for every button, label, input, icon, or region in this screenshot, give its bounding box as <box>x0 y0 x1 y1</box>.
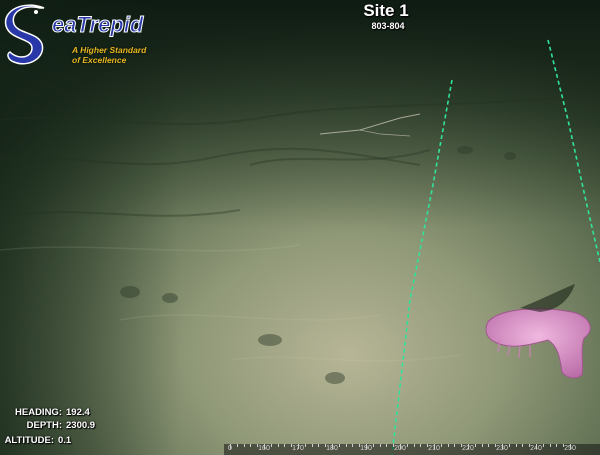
ruler-tick <box>549 444 551 447</box>
ruler-tick <box>474 444 476 447</box>
heading-value: 192.4 <box>66 407 90 418</box>
ruler-tick <box>311 444 313 447</box>
ruler-tick-label: 250 <box>564 445 576 452</box>
ruler-tick-label: 230 <box>496 445 508 452</box>
heading-readout: HEADING: 192.4 <box>0 407 90 418</box>
ruler-tick <box>488 444 490 447</box>
ruler-tick <box>345 444 347 447</box>
ruler-tick <box>447 444 449 447</box>
heading-label: HEADING: <box>15 407 62 418</box>
ruler-tick <box>250 444 252 447</box>
ruler-tick <box>522 444 524 447</box>
ruler-tick-label: 210 <box>428 445 440 452</box>
ruler-tick <box>379 444 381 447</box>
ruler-tick <box>454 444 456 447</box>
ruler-tick <box>542 444 544 447</box>
compass-ruler: 0 160 170 180 190 200 210 220 230 240 250 <box>224 444 600 455</box>
ruler-tick <box>406 444 408 447</box>
ruler-tick-label: 220 <box>462 445 474 452</box>
ruler-tick <box>515 444 517 447</box>
ruler-tick-label: 190 <box>360 445 372 452</box>
ruler-tick <box>352 444 354 447</box>
depth-value: 2300.9 <box>66 420 96 431</box>
ruler-tick <box>420 444 422 447</box>
ruler-tick <box>304 444 306 447</box>
altitude-label: ALTITUDE: <box>4 435 54 446</box>
site-subtitle: 803-804 <box>371 21 405 31</box>
depth-label: DEPTH: <box>26 420 62 431</box>
ruler-tick <box>270 444 272 447</box>
ruler-tick-label: 180 <box>326 445 338 452</box>
altitude-value: 0.1 <box>58 435 72 446</box>
ruler-tick <box>440 444 442 447</box>
ruler-tick <box>243 444 245 447</box>
site-title: Site 1 <box>363 1 409 20</box>
tagline-line-1: A Higher Standard <box>72 45 147 55</box>
tagline-line-2: of Excellence <box>72 55 127 65</box>
ruler-tick <box>318 444 320 447</box>
depth-readout: DEPTH: 2300.9 <box>0 420 95 431</box>
altitude-readout: ALTITUDE: 0.1 <box>0 435 72 446</box>
ruler-tick-label: 200 <box>394 445 406 452</box>
ruler-tick <box>236 444 238 447</box>
ruler-tick <box>556 444 558 447</box>
ruler-tick <box>413 444 415 447</box>
ruler-tick-label: 0 <box>228 445 232 452</box>
ruler-tick <box>284 444 286 447</box>
ruler-tick <box>481 444 483 447</box>
ruler-tick <box>338 444 340 447</box>
ruler-tick <box>386 444 388 447</box>
ruler-tick <box>277 444 279 447</box>
ruler-tick <box>508 444 510 447</box>
ruler-tick-label: 240 <box>530 445 542 452</box>
ruler-tick-label: 160 <box>258 445 270 452</box>
ruler-tick <box>372 444 374 447</box>
ruler-tick-label: 170 <box>292 445 304 452</box>
logo-tagline: A Higher Standard of Excellence <box>72 45 146 65</box>
